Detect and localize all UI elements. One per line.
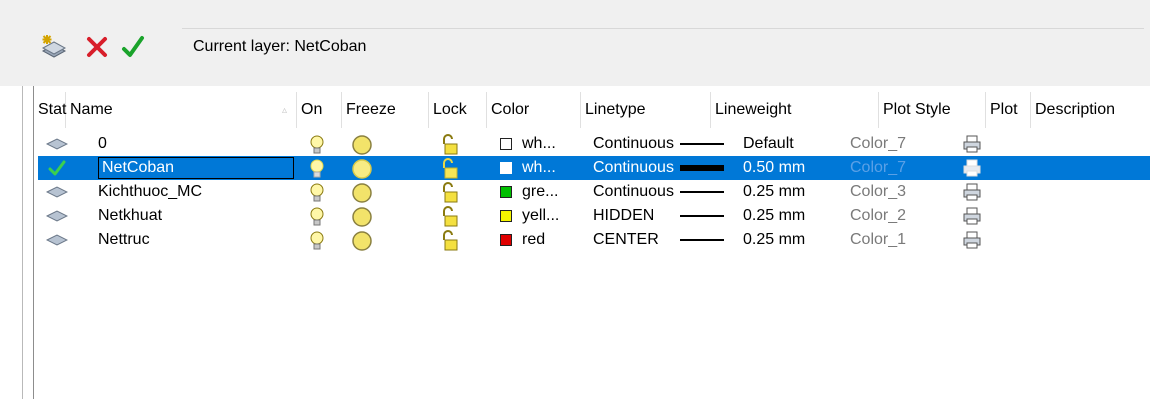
column-header-color[interactable]: Color (487, 92, 581, 128)
lineweight-value[interactable]: 0.25 mm (743, 228, 805, 252)
plot-style-value: Color_3 (850, 183, 907, 200)
color-name[interactable]: yell... (522, 204, 559, 228)
layer-name[interactable]: Netkhuat (98, 204, 162, 228)
printer-icon[interactable] (962, 206, 982, 226)
lineweight-sample (680, 165, 724, 171)
plot-style-value: Color_1 (850, 231, 907, 248)
filter-tree-panel[interactable] (0, 86, 28, 399)
plot-style-value: Color_7 (850, 135, 907, 152)
lineweight-sample (680, 143, 724, 145)
sun-thawed-icon[interactable] (351, 182, 373, 204)
layer-row[interactable]: 0 wh... Continuous Default Color_7 (38, 132, 1150, 156)
sun-thawed-icon[interactable] (351, 230, 373, 252)
plot-style-value: Color_7 (850, 159, 907, 176)
color-swatch[interactable] (500, 138, 512, 150)
layer-name[interactable]: 0 (98, 132, 107, 156)
unlocked-padlock-icon[interactable] (439, 230, 459, 252)
lineweight-value[interactable]: Default (743, 132, 794, 156)
sun-thawed-icon[interactable] (351, 134, 373, 156)
panel-splitter[interactable] (22, 86, 23, 399)
layer-status-icon (46, 210, 68, 222)
plot-style-value: Color_2 (850, 207, 907, 224)
delete-layer-icon[interactable] (84, 34, 112, 62)
linetype-name[interactable]: Continuous (593, 180, 674, 204)
color-swatch[interactable] (500, 186, 512, 198)
lightbulb-on-icon[interactable] (310, 134, 324, 156)
column-header-description[interactable]: Description (1031, 92, 1150, 128)
lightbulb-on-icon[interactable] (310, 230, 324, 252)
column-header-plot[interactable]: Plot (986, 92, 1031, 128)
layer-status-icon (46, 138, 68, 150)
column-header-lock[interactable]: Lock (429, 92, 487, 128)
layer-name[interactable]: Kichthuoc_MC (98, 180, 202, 204)
layer-row[interactable]: Kichthuoc_MC gre... Continuous 0.25 mm C… (38, 180, 1150, 204)
lineweight-value[interactable]: 0.25 mm (743, 180, 805, 204)
column-header-on[interactable]: On (297, 92, 342, 128)
column-header-freeze[interactable]: Freeze (342, 92, 429, 128)
layer-list-header: Stat Name ▵ On Freeze Lock Color Linetyp… (38, 92, 1150, 128)
column-header-plot-style[interactable]: Plot Style (879, 92, 986, 128)
lineweight-value[interactable]: 0.25 mm (743, 204, 805, 228)
lineweight-sample (680, 239, 724, 241)
unlocked-padlock-icon[interactable] (439, 206, 459, 228)
column-header-status[interactable]: Stat (38, 92, 66, 128)
layer-row[interactable]: Netkhuat yell... HIDDEN 0.25 mm Color_2 (38, 204, 1150, 228)
lineweight-sample (680, 191, 724, 193)
linetype-name[interactable]: CENTER (593, 228, 659, 252)
lineweight-value[interactable]: 0.50 mm (743, 156, 805, 180)
layer-name[interactable]: Nettruc (98, 228, 150, 252)
layer-status-icon (46, 186, 68, 198)
color-name[interactable]: gre... (522, 180, 558, 204)
toolbar-divider (182, 28, 1144, 29)
sun-thawed-icon[interactable] (351, 158, 373, 180)
current-layer-label: Current layer: NetCoban (193, 38, 367, 55)
column-header-name[interactable]: Name (66, 92, 297, 128)
printer-icon[interactable] (962, 230, 982, 250)
column-header-linetype[interactable]: Linetype (581, 92, 711, 128)
lightbulb-on-icon[interactable] (310, 206, 324, 228)
new-layer-icon[interactable] (40, 33, 68, 61)
color-name[interactable]: red (522, 228, 545, 252)
layer-row[interactable]: Nettruc red CENTER 0.25 mm Color_1 (38, 228, 1150, 252)
linetype-name[interactable]: HIDDEN (593, 204, 654, 228)
lightbulb-on-icon[interactable] (310, 182, 324, 204)
color-name[interactable]: wh... (522, 156, 556, 180)
sort-arrow-icon: ▵ (282, 105, 288, 116)
layer-row-selected[interactable]: NetCoban wh... Continuous 0.50 mm Color_… (38, 156, 1150, 180)
current-layer-check-icon (48, 160, 66, 176)
linetype-name[interactable]: Continuous (593, 132, 674, 156)
unlocked-padlock-icon[interactable] (439, 158, 459, 180)
layer-toolbar: Current layer: NetCoban (0, 0, 1150, 86)
unlocked-padlock-icon[interactable] (439, 134, 459, 156)
lineweight-sample (680, 215, 724, 217)
color-swatch[interactable] (500, 162, 512, 174)
color-swatch[interactable] (500, 210, 512, 222)
column-header-lineweight[interactable]: Lineweight (711, 92, 879, 128)
printer-icon[interactable] (962, 134, 982, 154)
sun-thawed-icon[interactable] (351, 206, 373, 228)
linetype-name[interactable]: Continuous (593, 156, 674, 180)
set-current-icon[interactable] (120, 34, 148, 62)
color-swatch[interactable] (500, 234, 512, 246)
printer-icon[interactable] (962, 158, 982, 178)
color-name[interactable]: wh... (522, 132, 556, 156)
layer-status-icon (46, 234, 68, 246)
unlocked-padlock-icon[interactable] (439, 182, 459, 204)
layer-name-edit-field[interactable]: NetCoban (98, 157, 294, 179)
lightbulb-on-icon[interactable] (310, 158, 324, 180)
printer-icon[interactable] (962, 182, 982, 202)
